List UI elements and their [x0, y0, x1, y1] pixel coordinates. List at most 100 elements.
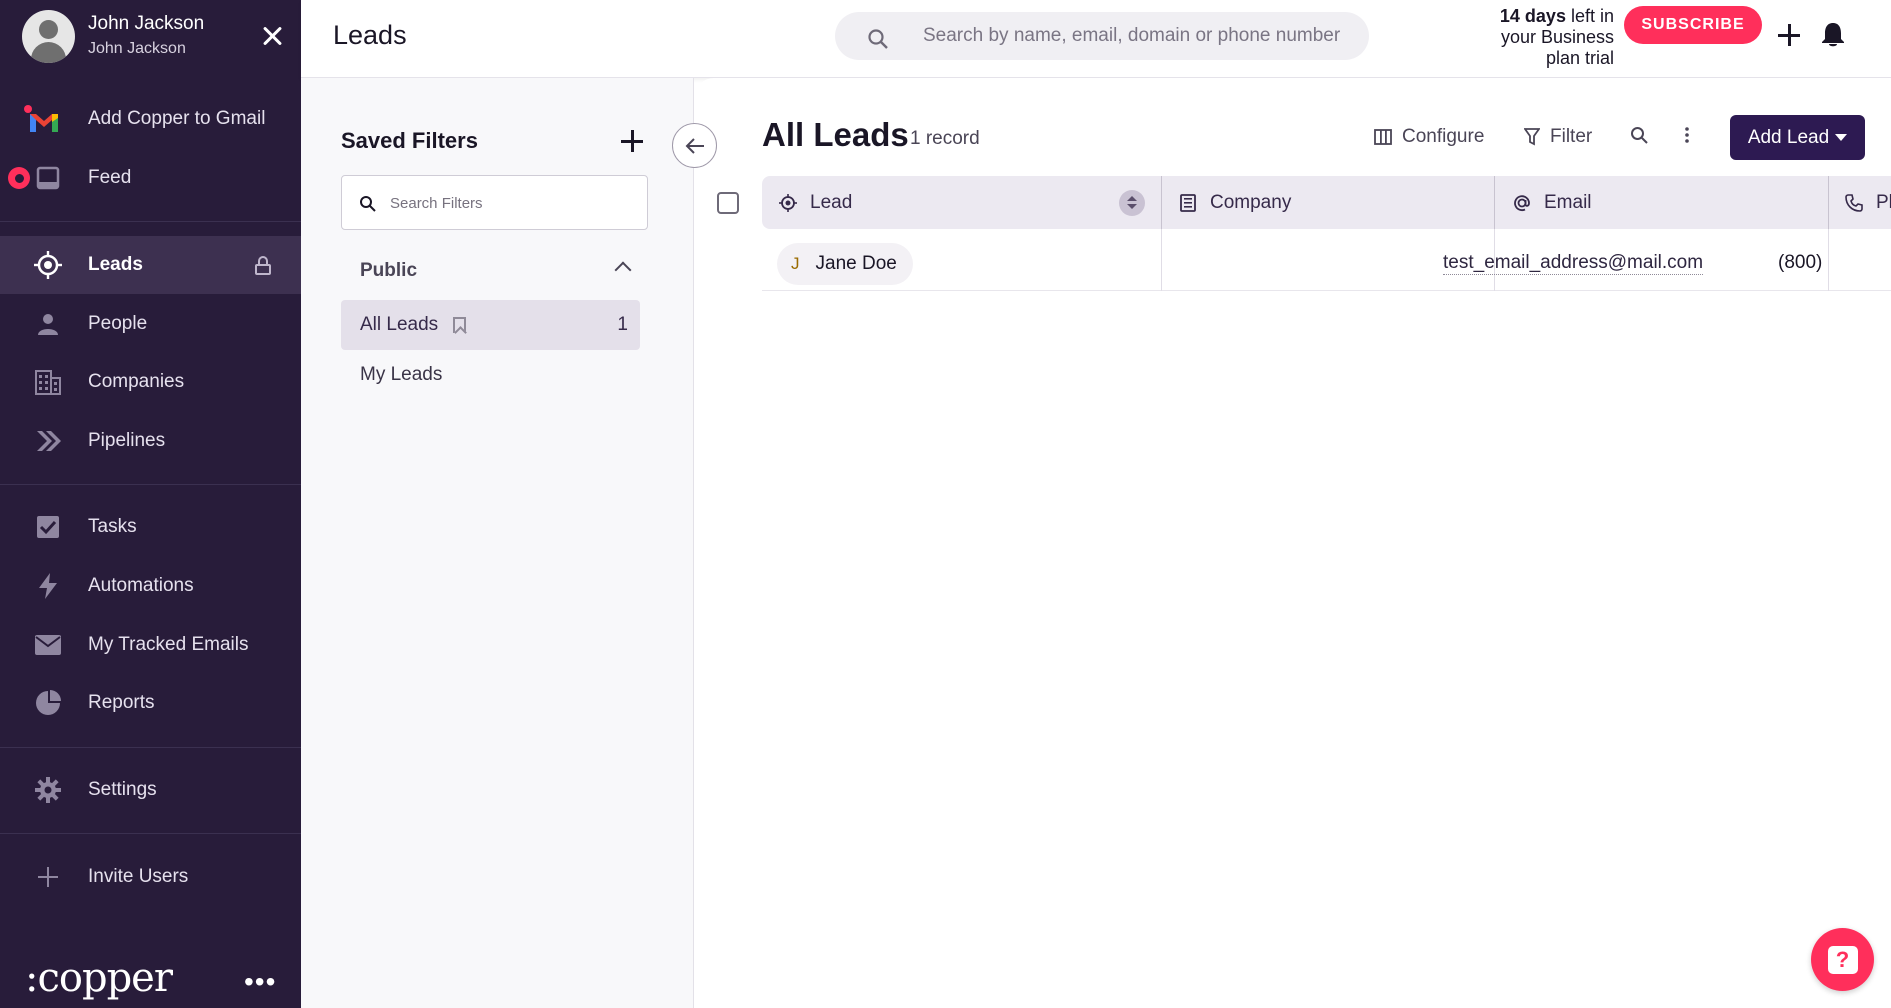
- checkbox-icon: [34, 513, 62, 541]
- filter-button[interactable]: Filter: [1524, 126, 1592, 148]
- sidebar-item-feed[interactable]: Feed: [0, 149, 301, 207]
- column-label: Pl: [1876, 191, 1891, 213]
- global-search[interactable]: [835, 12, 1369, 60]
- divider: [0, 833, 301, 834]
- more-actions-button[interactable]: [1684, 126, 1690, 144]
- column-header-email[interactable]: Email: [1512, 176, 1592, 229]
- divider: [0, 221, 301, 222]
- gmail-icon: [22, 105, 62, 133]
- user-subtitle: John Jackson: [88, 40, 186, 57]
- filter-count: 1: [617, 314, 628, 335]
- column-separator[interactable]: [1494, 176, 1495, 229]
- select-all-checkbox[interactable]: [717, 192, 739, 214]
- sidebar-item-label: Settings: [88, 779, 157, 800]
- sidebar-item-label: Feed: [88, 167, 132, 188]
- list-search-button[interactable]: [1630, 126, 1648, 144]
- sidebar-item-tracked-emails[interactable]: My Tracked Emails: [0, 616, 301, 674]
- configure-button[interactable]: Configure: [1374, 126, 1484, 148]
- building-icon: [1178, 193, 1198, 213]
- lock-icon: [255, 256, 271, 275]
- filter-label: All Leads: [360, 314, 439, 335]
- arrow-left-icon: [685, 137, 704, 154]
- sidebar-item-settings[interactable]: Settings: [0, 761, 301, 819]
- lead-name: Jane Doe: [815, 253, 897, 274]
- caret-down-icon: [1835, 134, 1848, 141]
- filter-item-all-leads[interactable]: All Leads 1: [341, 300, 640, 350]
- add-lead-label: Add Lead: [1747, 126, 1830, 148]
- filter-search-input[interactable]: [390, 192, 630, 214]
- public-group-label[interactable]: Public: [360, 260, 417, 282]
- sidebar-item-reports[interactable]: Reports: [0, 674, 301, 732]
- add-icon[interactable]: [1778, 24, 1800, 46]
- sidebar-item-companies[interactable]: Companies: [0, 353, 301, 411]
- sidebar-item-label: Reports: [88, 692, 155, 713]
- chevron-up-icon[interactable]: [614, 261, 632, 279]
- column-header-company[interactable]: Company: [1178, 176, 1291, 229]
- user-name: John Jackson: [88, 13, 205, 34]
- phone-cell[interactable]: (800): [1778, 252, 1822, 274]
- copper-logo: :copper: [25, 955, 173, 1001]
- table-row[interactable]: J Jane Doe: [762, 229, 1891, 291]
- column-header-phone[interactable]: Pl: [1844, 176, 1891, 229]
- lead-name-chip[interactable]: J Jane Doe: [777, 243, 913, 285]
- bell-icon[interactable]: [1821, 22, 1845, 53]
- global-search-input[interactable]: [923, 22, 1353, 50]
- notification-dot-icon: [8, 167, 30, 189]
- sidebar-item-leads[interactable]: Leads: [0, 236, 301, 294]
- add-lead-button[interactable]: Add Lead: [1730, 115, 1865, 160]
- sidebar-item-label: Add Copper to Gmail: [88, 108, 266, 129]
- configure-label: Configure: [1402, 126, 1485, 147]
- sidebar-item-label: Companies: [88, 371, 185, 392]
- column-label: Company: [1210, 191, 1292, 213]
- phone-icon: [1844, 193, 1864, 213]
- saved-filters-title: Saved Filters: [341, 128, 478, 153]
- sidebar-item-label: Tasks: [88, 516, 137, 537]
- bookmark-icon[interactable]: [453, 317, 466, 333]
- building-icon: [34, 368, 62, 396]
- filter-search[interactable]: [341, 175, 648, 230]
- avatar: [22, 10, 75, 63]
- sidebar-item-gmail[interactable]: Add Copper to Gmail: [0, 90, 301, 148]
- columns-icon: [1374, 129, 1392, 145]
- sidebar-item-label: My Tracked Emails: [88, 634, 249, 655]
- sidebar-item-tasks[interactable]: Tasks: [0, 498, 301, 556]
- sidebar-item-people[interactable]: People: [0, 295, 301, 353]
- table-header: Lead Company Email Pl: [762, 176, 1891, 229]
- subscribe-button[interactable]: SUBSCRIBE: [1624, 6, 1762, 44]
- divider: [0, 484, 301, 485]
- more-options-button[interactable]: •••: [244, 966, 276, 998]
- column-separator[interactable]: [1161, 176, 1162, 229]
- user-profile[interactable]: John Jackson John Jackson: [20, 10, 290, 72]
- column-separator[interactable]: [1828, 176, 1829, 229]
- filter-item-my-leads[interactable]: My Leads: [341, 350, 640, 400]
- envelope-icon: [34, 631, 62, 659]
- gear-icon: [34, 776, 62, 804]
- sidebar-item-label: Automations: [88, 575, 194, 596]
- sort-icon[interactable]: [1119, 190, 1145, 216]
- sidebar-item-invite-users[interactable]: Invite Users: [0, 848, 301, 906]
- email-link[interactable]: test_email_address@mail.com: [1443, 252, 1704, 275]
- column-header-lead[interactable]: Lead: [778, 176, 852, 229]
- collapse-panel-button[interactable]: [672, 123, 717, 168]
- sidebar-item-label: Leads: [88, 254, 143, 275]
- main-content: All Leads 1 record Configure Filter Add …: [694, 78, 1891, 1008]
- close-icon[interactable]: [258, 22, 286, 50]
- column-label: Email: [1544, 191, 1592, 213]
- at-sign-icon: [1512, 193, 1532, 213]
- search-icon: [867, 28, 889, 55]
- pie-chart-icon: [34, 689, 62, 717]
- help-button[interactable]: ?: [1811, 928, 1874, 991]
- sidebar-item-automations[interactable]: Automations: [0, 557, 301, 615]
- list-title: All Leads: [762, 116, 909, 153]
- sidebar-item-pipelines[interactable]: Pipelines: [0, 412, 301, 470]
- target-icon: [34, 251, 62, 279]
- lead-initial: J: [791, 254, 800, 273]
- add-filter-icon[interactable]: [621, 130, 643, 152]
- filter-label: Filter: [1550, 126, 1593, 147]
- divider: [0, 747, 301, 748]
- sidebar-item-label: People: [88, 313, 148, 334]
- feed-icon: [34, 164, 62, 192]
- page-title: Leads: [333, 20, 407, 50]
- question-icon: ?: [1827, 945, 1858, 974]
- trial-days: 14 days: [1499, 6, 1566, 26]
